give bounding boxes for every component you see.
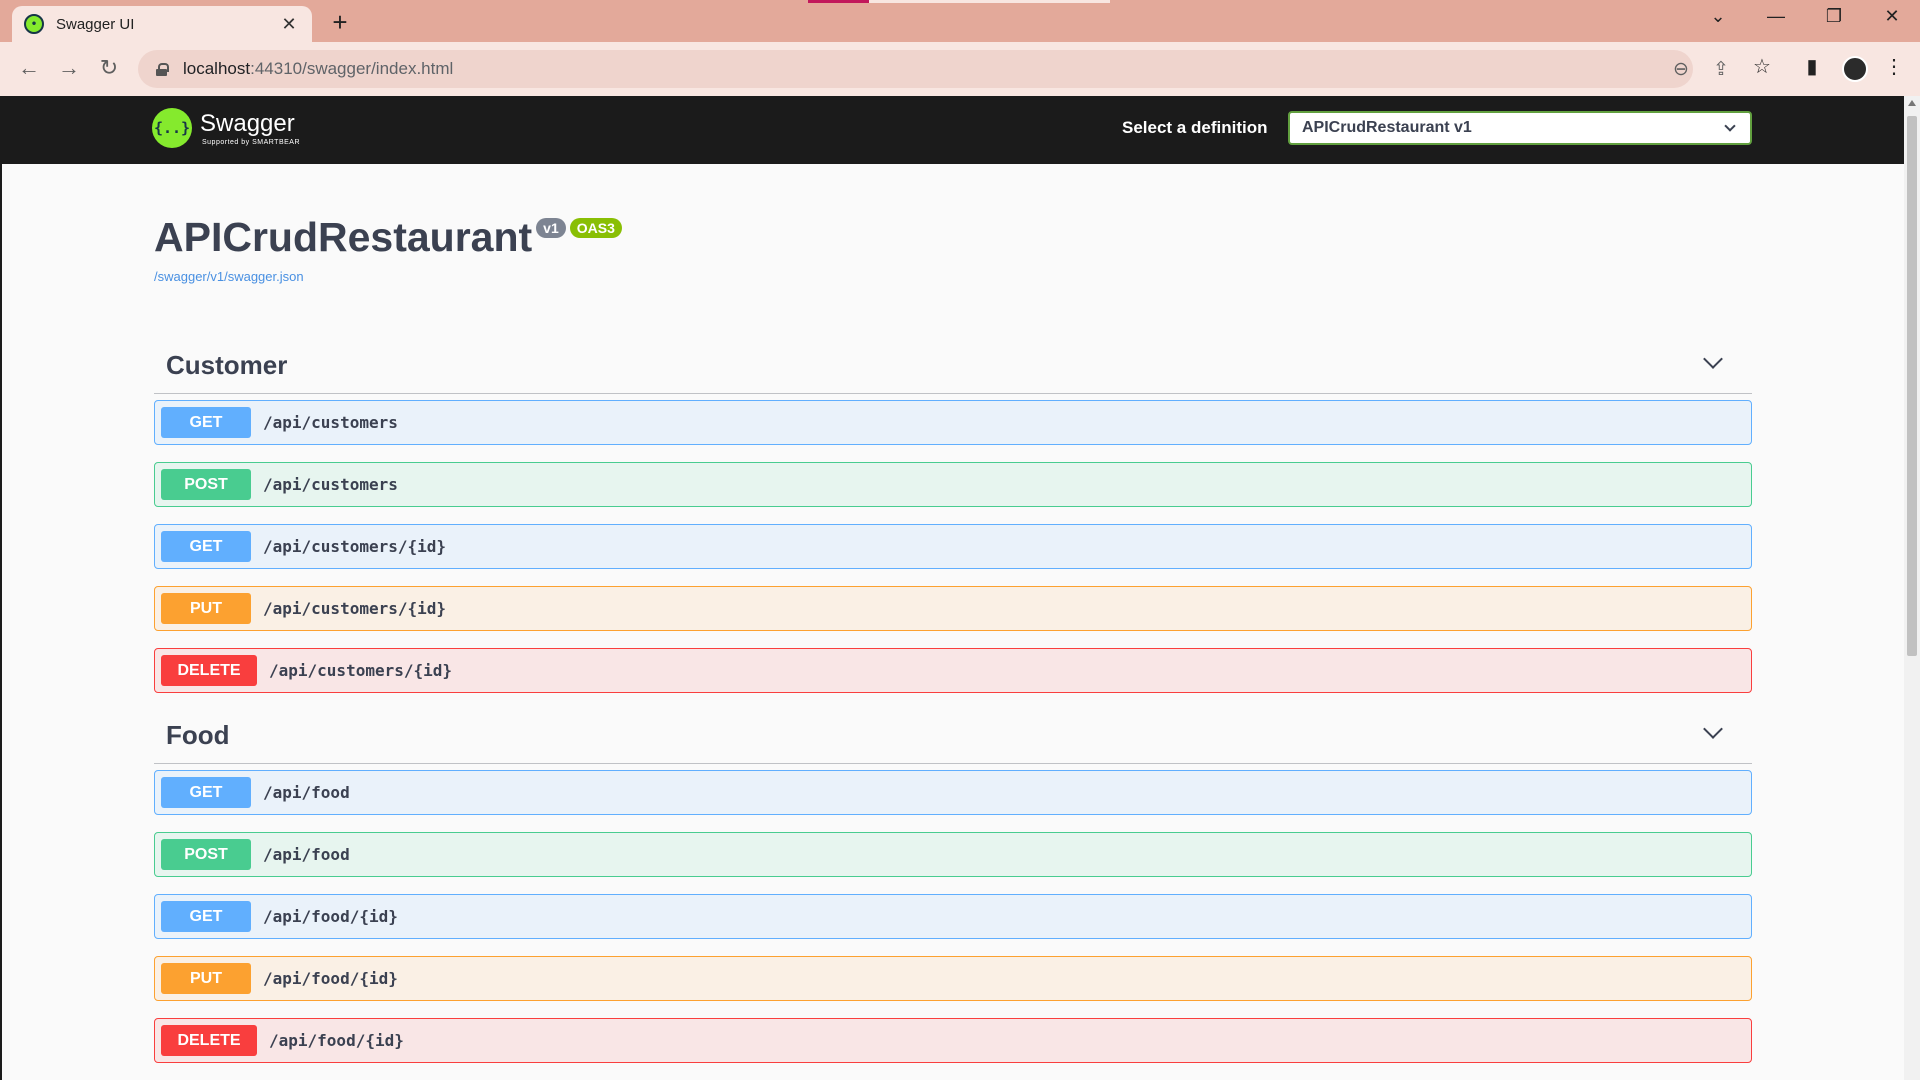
operation-row[interactable]: POST /api/customers	[154, 462, 1752, 507]
method-badge: GET	[161, 407, 251, 438]
operation-row[interactable]: PUT /api/customers/{id}	[154, 586, 1752, 631]
profile-avatar[interactable]	[1842, 56, 1868, 82]
browser-toolbar: ← → ↻ localhost:44310/swagger/index.html…	[0, 42, 1920, 96]
definition-label: Select a definition	[1122, 118, 1268, 137]
reload-button[interactable]: ↻	[94, 55, 124, 81]
tab-title: Swagger UI	[56, 15, 135, 33]
operation-path: /api/customers/{id}	[269, 661, 453, 680]
tab-close-icon[interactable]: ✕	[278, 14, 300, 35]
swagger-topbar: {..} Swagger Supported by SMARTBEAR Sele…	[2, 96, 1904, 164]
tag-section-food: Food GET /api/food POST /api/food GET /a…	[154, 708, 1752, 1063]
tab-strip-indicator	[808, 0, 869, 3]
operation-path: /api/food	[263, 783, 350, 802]
forward-button[interactable]: →	[54, 55, 84, 81]
tag-name: Food	[166, 720, 230, 750]
minimize-window-button[interactable]: —	[1756, 6, 1796, 27]
operation-row[interactable]: GET /api/customers/{id}	[154, 524, 1752, 569]
swagger-logo-text: Swagger Supported by SMARTBEAR	[200, 109, 301, 146]
operation-row[interactable]: GET /api/food/{id}	[154, 894, 1752, 939]
lock-icon[interactable]	[156, 62, 169, 76]
restore-window-button[interactable]: ❐	[1814, 6, 1854, 27]
tab-strip-indicator-light	[869, 0, 1110, 3]
method-badge: DELETE	[161, 1025, 257, 1056]
operation-row[interactable]: DELETE /api/food/{id}	[154, 1018, 1752, 1063]
definition-selected-value: APICrudRestaurant v1	[1302, 119, 1472, 136]
method-badge: DELETE	[161, 655, 257, 686]
operation-path: /api/food/{id}	[263, 907, 398, 926]
operation-row[interactable]: PUT /api/food/{id}	[154, 956, 1752, 1001]
method-badge: PUT	[161, 963, 251, 994]
swagger-logo[interactable]: {..} Swagger Supported by SMARTBEAR	[152, 108, 300, 148]
page-viewport: {..} Swagger Supported by SMARTBEAR Sele…	[0, 96, 1904, 1080]
side-panel-icon[interactable]: ▮	[1798, 54, 1826, 79]
operation-row[interactable]: DELETE /api/customers/{id}	[154, 648, 1752, 693]
browser-tab-strip: • Swagger UI ✕ + ⌄ — ❐ ✕	[0, 0, 1920, 42]
back-button[interactable]: ←	[14, 55, 44, 81]
address-bar[interactable]: localhost:44310/swagger/index.html ⊖ ⇪	[138, 50, 1729, 88]
operation-path: /api/customers/{id}	[263, 599, 447, 618]
spec-json-link[interactable]: /swagger/v1/swagger.json	[154, 269, 622, 284]
tab-search-dropdown-icon[interactable]: ⌄	[1698, 6, 1738, 27]
swagger-logo-name: Swagger	[200, 109, 295, 137]
tag-name: Customer	[166, 350, 288, 380]
scrollbar-thumb[interactable]	[1907, 116, 1917, 656]
share-icon[interactable]: ⇪	[1708, 58, 1734, 81]
chevron-down-icon[interactable]	[1703, 349, 1723, 369]
definition-select[interactable]: APICrudRestaurant v1	[1288, 111, 1752, 145]
chevron-down-icon	[1724, 120, 1736, 132]
page-scrollbar[interactable]	[1904, 96, 1920, 1080]
operation-path: /api/food	[263, 845, 350, 864]
operation-path: /api/customers	[263, 413, 398, 432]
method-badge: POST	[161, 469, 251, 500]
method-badge: GET	[161, 531, 251, 562]
tag-header-customer[interactable]: Customer	[154, 338, 1752, 394]
zoom-icon[interactable]: ⊖	[1668, 58, 1694, 81]
operation-row[interactable]: POST /api/food	[154, 832, 1752, 877]
url-host: localhost	[183, 59, 251, 78]
swagger-favicon-icon: •	[24, 14, 44, 34]
bookmark-star-icon[interactable]: ☆	[1748, 54, 1776, 79]
swagger-logo-subtitle: Supported by SMARTBEAR	[202, 138, 301, 146]
operation-path: /api/customers/{id}	[263, 537, 447, 556]
browser-menu-icon[interactable]: ⋮	[1880, 54, 1908, 79]
browser-tab[interactable]: • Swagger UI ✕	[12, 6, 312, 42]
operation-row[interactable]: GET /api/customers	[154, 400, 1752, 445]
tag-header-food[interactable]: Food	[154, 708, 1752, 764]
chevron-down-icon[interactable]	[1703, 719, 1723, 739]
api-info: APICrudRestaurant v1 OAS3 /swagger/v1/swag…	[154, 214, 622, 284]
page-title: APICrudRestaurant	[154, 214, 533, 260]
operation-path: /api/food/{id}	[269, 1031, 404, 1050]
method-badge: GET	[161, 901, 251, 932]
version-badge: v1	[536, 218, 566, 238]
url-path: :44310/swagger/index.html	[250, 59, 454, 78]
oas-badge: OAS3	[569, 218, 622, 238]
scroll-up-arrow-icon[interactable]	[1908, 100, 1916, 106]
method-badge: POST	[161, 839, 251, 870]
new-tab-button[interactable]: +	[326, 7, 354, 38]
close-window-button[interactable]: ✕	[1872, 6, 1912, 27]
operation-row[interactable]: GET /api/food	[154, 770, 1752, 815]
method-badge: PUT	[161, 593, 251, 624]
tag-section-customer: Customer GET /api/customers POST /api/cu…	[154, 338, 1752, 693]
method-badge: GET	[161, 777, 251, 808]
swagger-logo-icon: {..}	[152, 108, 192, 148]
operation-path: /api/customers	[263, 475, 398, 494]
operation-path: /api/food/{id}	[263, 969, 398, 988]
